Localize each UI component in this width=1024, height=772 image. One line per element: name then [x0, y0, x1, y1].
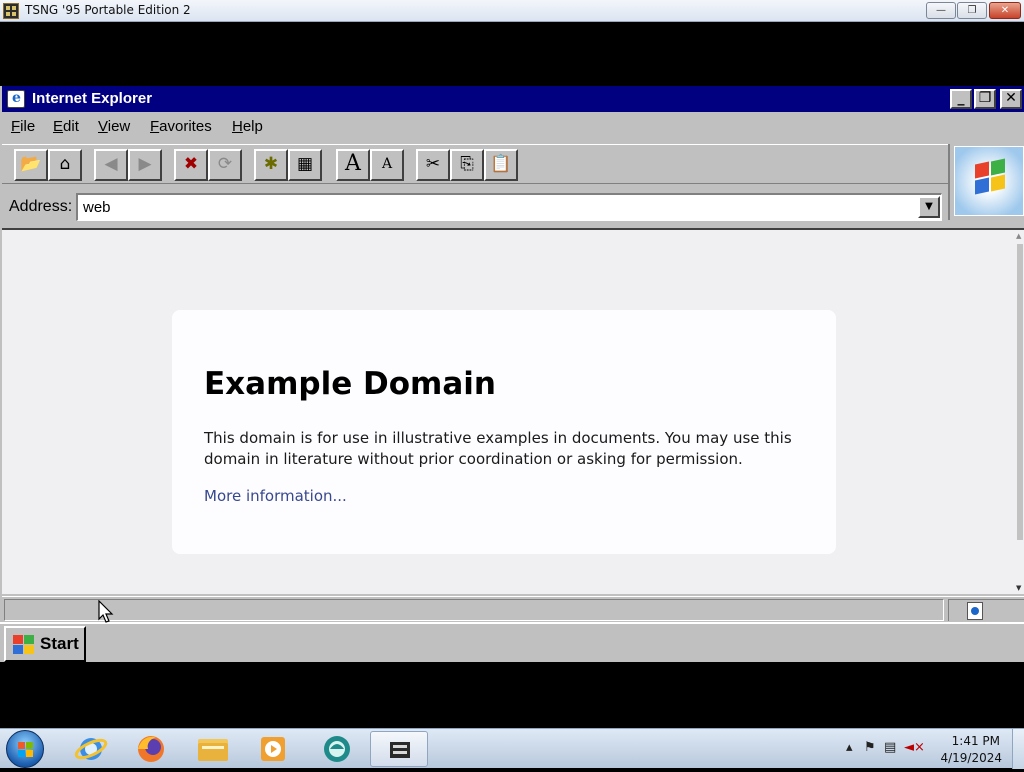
menu-favorites-label: avorites	[159, 118, 212, 135]
host-restore-button[interactable]: ❐	[957, 2, 987, 19]
menu-favorites[interactable]: Favorites	[150, 118, 212, 135]
system-tray: ▴ ⚑ ▤ ◄× 1:41 PM 4/19/2024	[840, 729, 1024, 769]
scrollbar-thumb[interactable]	[1017, 244, 1023, 540]
start-label: Start	[40, 634, 79, 653]
host-taskbar: ▴ ⚑ ▤ ◄× 1:41 PM 4/19/2024	[0, 728, 1024, 769]
add-to-favorites-button[interactable]: ▦	[288, 149, 322, 181]
menu-view-accel: V	[98, 118, 108, 135]
tsng-taskbar-icon[interactable]	[370, 731, 428, 767]
menu-edit-accel: E	[53, 118, 64, 135]
stop-button[interactable]: ✖	[174, 149, 208, 181]
internet-explorer-taskbar-icon[interactable]	[62, 731, 120, 767]
scroll-up-icon[interactable]: ▲	[1016, 232, 1021, 240]
menu-view-label: iew	[107, 118, 131, 135]
status-text-pane	[4, 599, 944, 621]
cut-button[interactable]: ✂	[416, 149, 450, 181]
menu-edit[interactable]: Edit	[53, 118, 79, 135]
file-explorer-taskbar-icon[interactable]	[184, 731, 242, 767]
menu-bar: File Edit View Favorites Help	[2, 114, 1022, 140]
address-value[interactable]: web	[83, 199, 111, 216]
menu-edit-label: dit	[63, 118, 79, 135]
start-button[interactable]: Start	[4, 626, 86, 662]
ie-page-icon	[967, 602, 983, 620]
page-description: This domain is for use in illustrative e…	[204, 429, 792, 468]
flag-icon[interactable]: ⚑	[864, 740, 876, 755]
media-player-taskbar-icon[interactable]	[244, 731, 302, 767]
ie-restore-button[interactable]: ❐	[974, 89, 996, 109]
menu-help[interactable]: Help	[232, 118, 263, 135]
chevron-up-icon[interactable]: ▴	[846, 740, 853, 755]
open-folder-button[interactable]: 📂	[14, 149, 48, 181]
content-card: Example Domain This domain is for use in…	[172, 310, 836, 554]
windows-start-orb[interactable]	[6, 730, 44, 768]
home-button[interactable]: ⌂	[48, 149, 82, 181]
menu-view[interactable]: View	[98, 118, 130, 135]
host-title-bar: TSNG '95 Portable Edition 2 — ❐ ✕	[0, 0, 1024, 22]
font-larger-button[interactable]: A	[336, 149, 370, 181]
more-information-link[interactable]: More information...	[204, 487, 347, 505]
address-input[interactable]: web ▼	[76, 193, 942, 221]
network-icon[interactable]: ▤	[884, 740, 896, 755]
ie-minimize-button[interactable]: _	[950, 89, 972, 109]
vertical-scrollbar[interactable]: ▲ ▼	[1016, 230, 1024, 594]
status-bar	[2, 596, 1024, 622]
menu-help-accel: H	[232, 118, 243, 135]
windows-logo-throbber	[948, 144, 1024, 220]
menu-file-accel: F	[11, 118, 21, 135]
menu-file[interactable]: File	[11, 118, 35, 135]
address-bar: Address: web ▼	[2, 188, 948, 224]
paste-button[interactable]: 📋	[484, 149, 518, 181]
address-dropdown-button[interactable]: ▼	[918, 196, 940, 218]
host-minimize-button[interactable]: —	[926, 2, 956, 19]
menu-help-label: elp	[242, 118, 263, 135]
ie-window: Internet Explorer _ ❐ ✕ File Edit View F…	[0, 86, 1024, 622]
zone-pane	[948, 599, 1024, 621]
show-desktop-button[interactable]	[1012, 729, 1024, 769]
ie-title-bar[interactable]: Internet Explorer _ ❐ ✕	[2, 86, 1024, 112]
ie-window-title: Internet Explorer	[32, 90, 153, 107]
win95-taskbar: Start	[0, 622, 1024, 662]
scroll-down-icon[interactable]: ▼	[1016, 584, 1021, 592]
firefox-taskbar-icon[interactable]	[122, 731, 180, 767]
open-favorites-button[interactable]: ✱	[254, 149, 288, 181]
forward-button[interactable]: ▶	[128, 149, 162, 181]
clock-date[interactable]: 4/19/2024	[940, 751, 1002, 765]
windows-logo-icon	[18, 742, 34, 758]
font-smaller-button[interactable]: A	[370, 149, 404, 181]
windows-flag-icon	[10, 634, 36, 656]
toolbar: 📂 ⌂ ◀ ▶ ✖ ⟳ ✱ ▦ A A ✂ ⎘ 📋	[2, 144, 948, 184]
windows-flag-icon	[954, 146, 1024, 216]
app-taskbar-icon[interactable]	[308, 731, 366, 767]
host-window-title: TSNG '95 Portable Edition 2	[25, 3, 191, 17]
internet-explorer-icon[interactable]	[7, 90, 25, 108]
clock-time[interactable]: 1:41 PM	[952, 734, 1000, 748]
refresh-button[interactable]: ⟳	[208, 149, 242, 181]
copy-button[interactable]: ⎘	[450, 149, 484, 181]
page-viewport: Example Domain This domain is for use in…	[2, 228, 1024, 594]
menu-file-label: ile	[20, 118, 36, 135]
address-label: Address:	[9, 198, 73, 215]
menu-favorites-accel: F	[150, 118, 160, 135]
page-heading: Example Domain	[204, 366, 496, 402]
ie-close-button[interactable]: ✕	[1000, 89, 1022, 109]
host-close-button[interactable]: ✕	[989, 2, 1021, 19]
tsng-app-icon	[3, 3, 19, 19]
back-button[interactable]: ◀	[94, 149, 128, 181]
muted-speaker-icon[interactable]: ◄×	[904, 740, 925, 755]
